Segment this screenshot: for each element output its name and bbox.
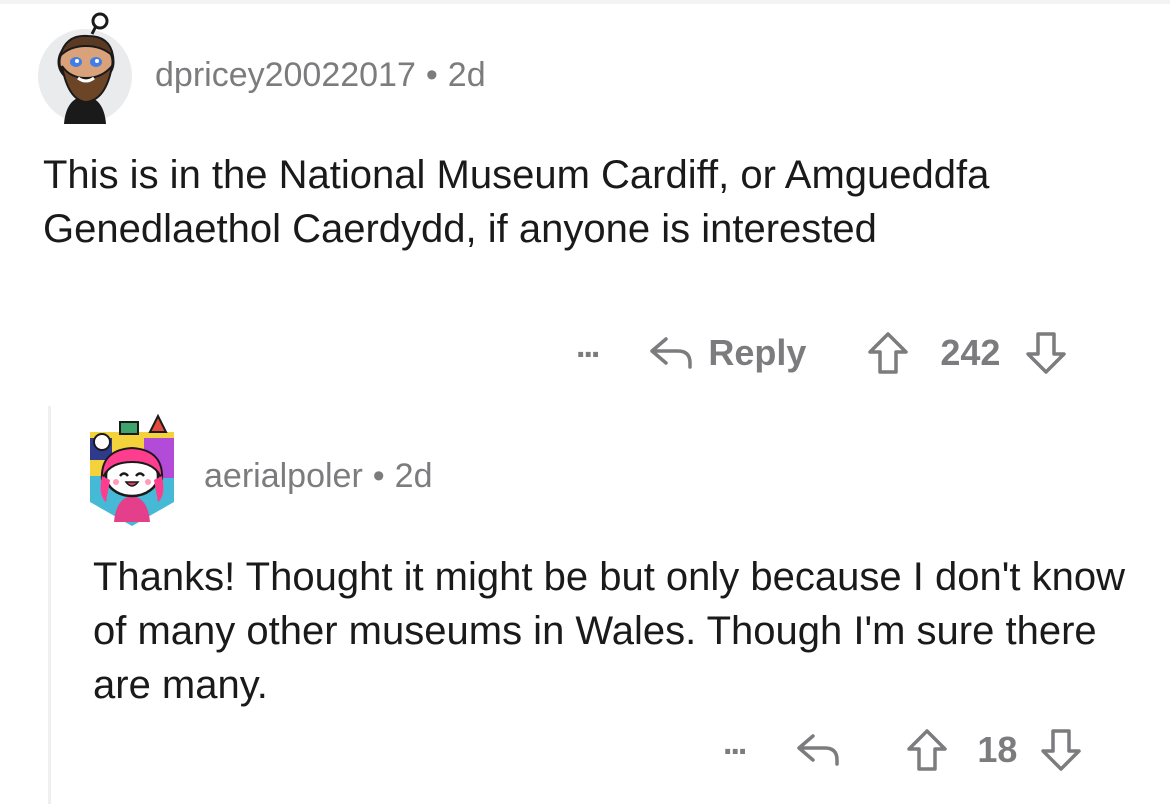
vote-score: 18 [977, 729, 1018, 770]
upvote-arrow-icon[interactable] [866, 330, 910, 376]
more-options-button[interactable]: ... [576, 329, 600, 370]
more-options-button[interactable]: ... [723, 726, 747, 767]
bearded-snoo-avatar-icon [38, 12, 132, 124]
vote-controls: 242 [866, 330, 1068, 376]
comment-body: This is in the National Museum Cardiff, … [43, 153, 990, 251]
downvote-arrow-icon[interactable] [1024, 330, 1068, 376]
upvote-arrow-icon[interactable] [905, 727, 949, 773]
reply-label: Reply [708, 332, 807, 373]
comment-age: 2d [447, 56, 486, 94]
username-link[interactable]: dpricey20022017 [155, 56, 416, 94]
vote-controls: 18 [905, 727, 1083, 773]
username-link[interactable]: aerialpoler [204, 457, 363, 495]
meta-separator: • [372, 457, 385, 495]
reply-button[interactable]: Reply [648, 332, 806, 374]
downvote-arrow-icon[interactable] [1039, 727, 1083, 773]
thread-line[interactable] [48, 406, 51, 804]
meta-separator: • [425, 56, 438, 94]
comment: dpricey20022017 • 2d This is in the Nation… [0, 0, 1170, 400]
comment-age: 2d [394, 457, 433, 495]
comment-meta: dpricey20022017 • 2d [155, 56, 486, 95]
reply-button[interactable] [795, 730, 841, 770]
pink-hair-snoo-avatar-icon [90, 413, 174, 526]
avatar[interactable] [36, 12, 134, 124]
comment-actions: ... Reply 242 [576, 325, 1068, 381]
reply-arrow-icon [650, 337, 693, 369]
avatar[interactable] [84, 410, 180, 530]
comment-body: Thanks! Thought it might be but only bec… [93, 555, 1125, 707]
vote-score: 242 [940, 332, 1001, 373]
comment-meta: aerialpoler • 2d [204, 457, 433, 496]
comment-actions: ... 18 [723, 722, 1083, 778]
reply-arrow-icon [797, 734, 840, 766]
